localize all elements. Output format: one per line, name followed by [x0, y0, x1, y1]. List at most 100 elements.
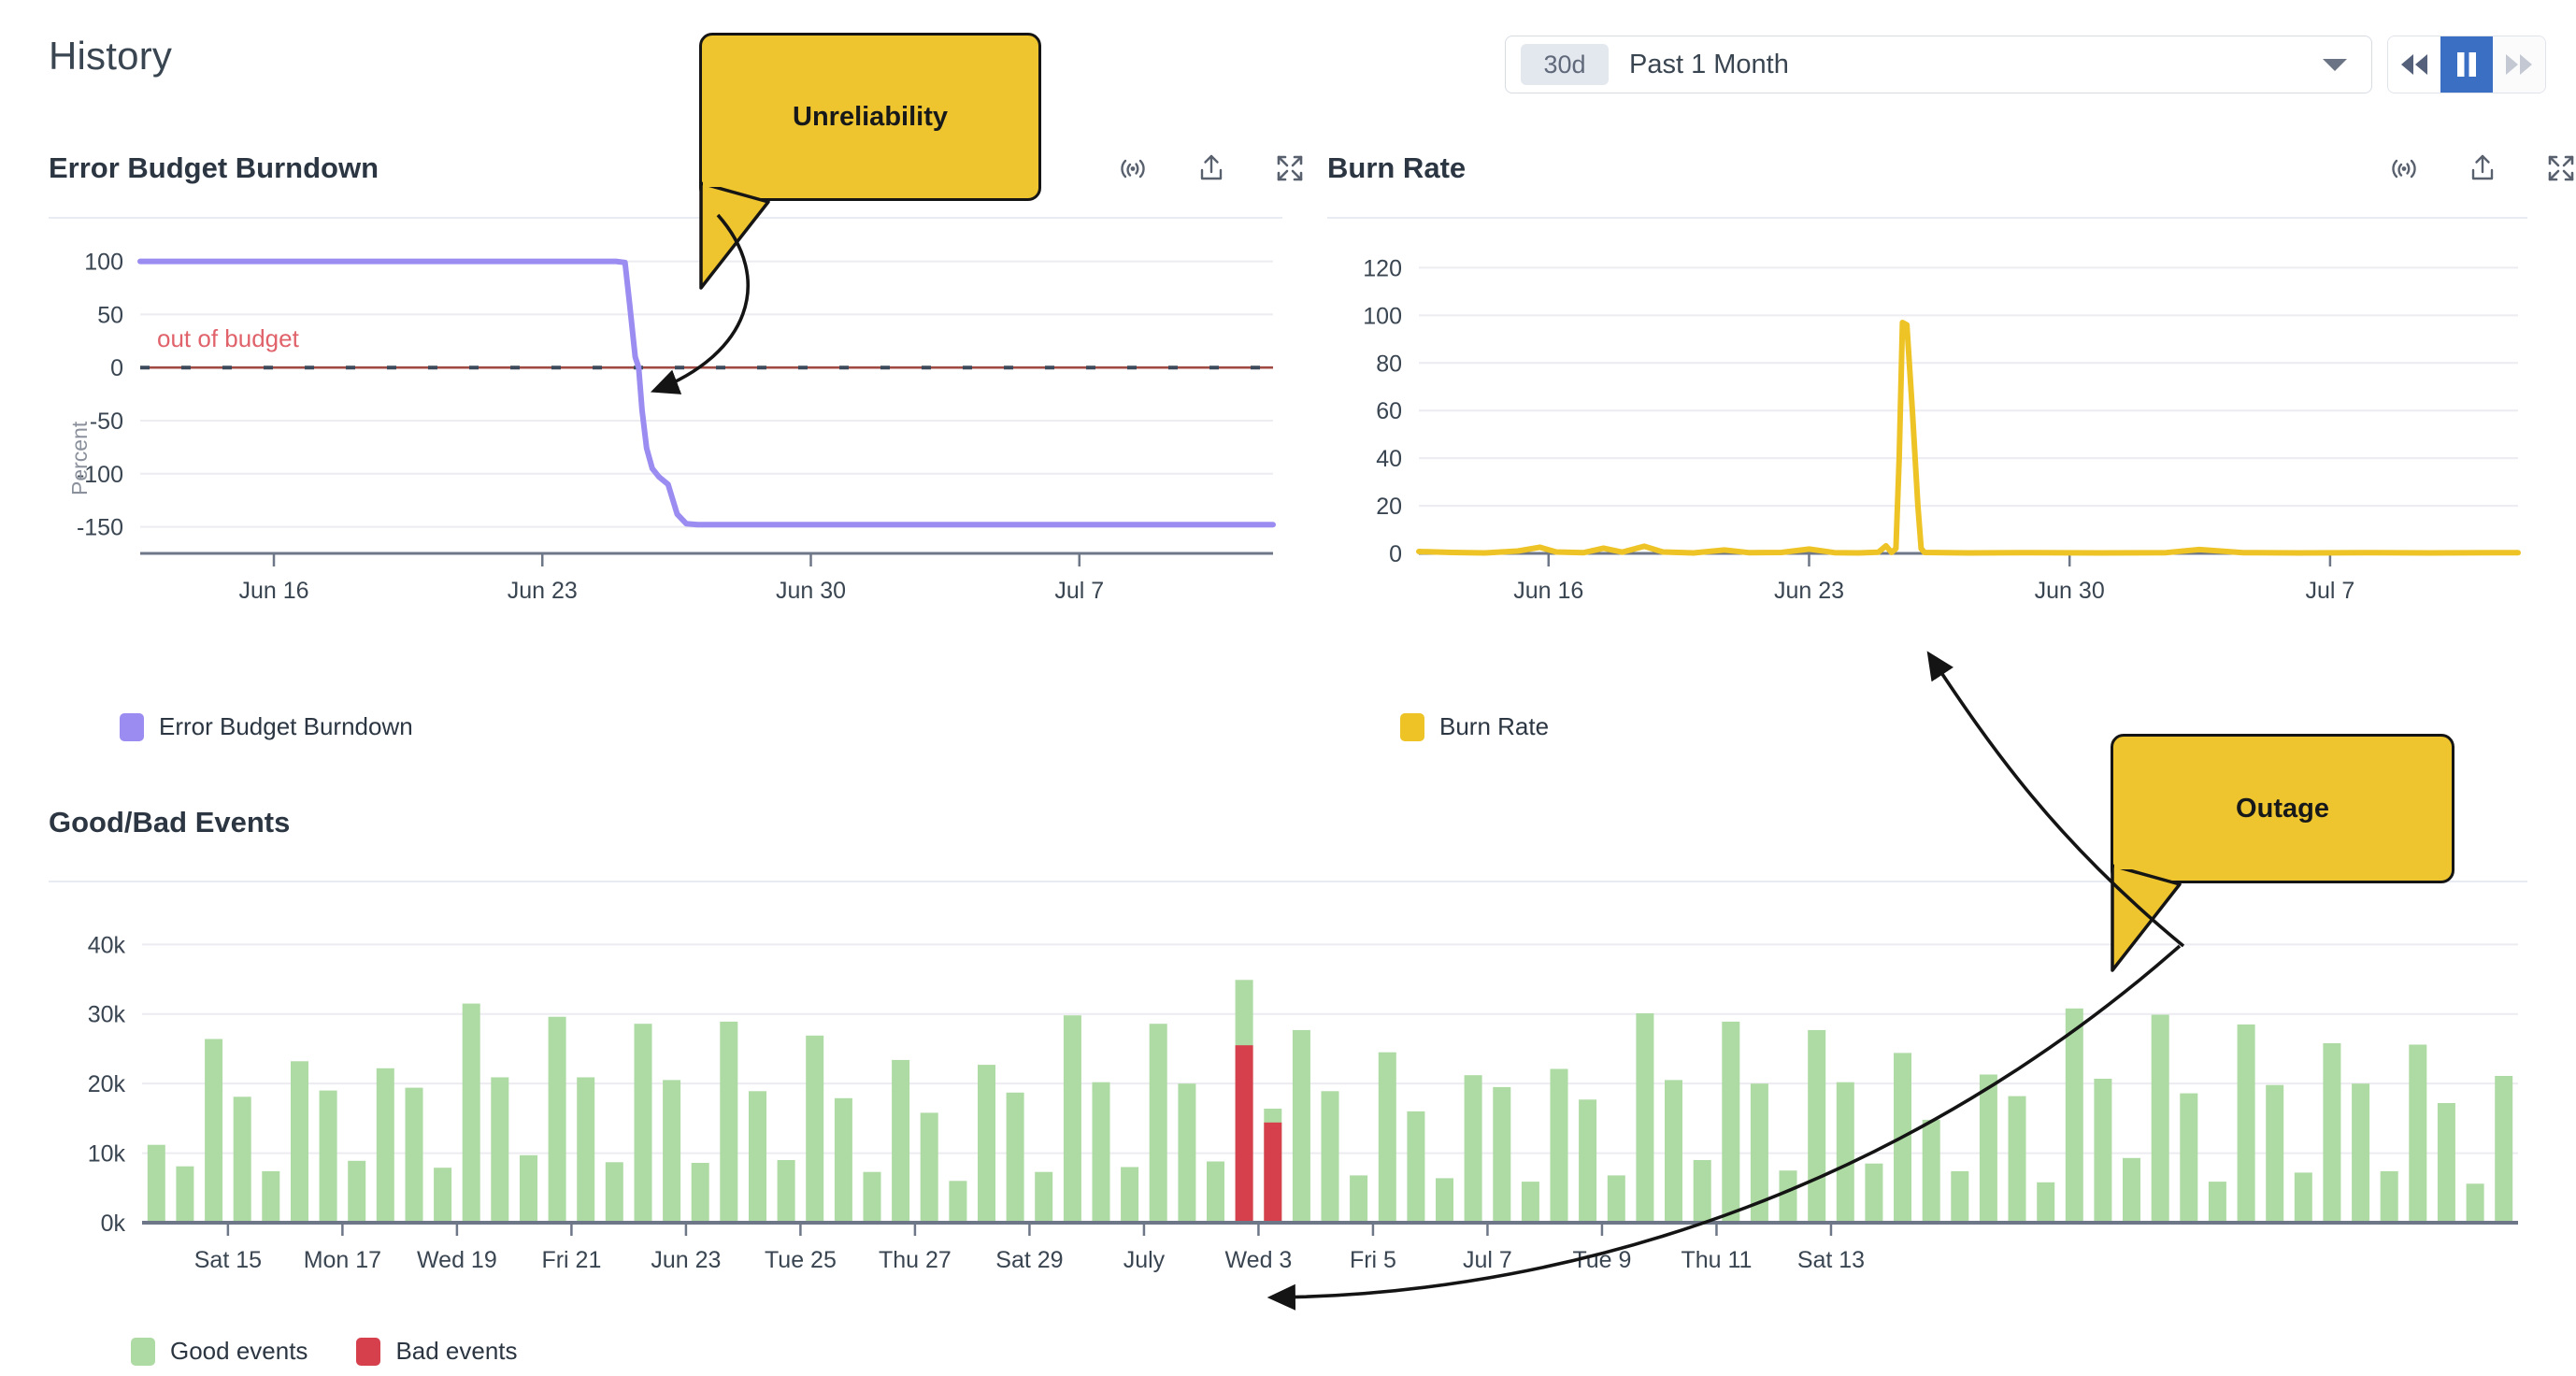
bar-good-events [2266, 1084, 2284, 1223]
bar-good-events [1035, 1171, 1053, 1223]
bar-good-events [2409, 1044, 2427, 1223]
rewind-button[interactable] [2388, 36, 2440, 93]
bar-good-events [2037, 1182, 2055, 1223]
bar-good-events [1350, 1175, 1368, 1223]
bar-good-events [1750, 1083, 1768, 1223]
time-range-badge: 30d [1521, 44, 1609, 85]
y-tick-label: 50 [97, 302, 123, 328]
x-tick-label: Thu 11 [1681, 1247, 1752, 1273]
bar-good-events [1207, 1161, 1224, 1223]
y-tick-label: 20 [1376, 494, 1402, 520]
bar-good-events [1693, 1160, 1711, 1223]
bar-good-events [1092, 1082, 1110, 1223]
bar-good-events [663, 1080, 681, 1223]
legend-item[interactable]: Error Budget Burndown [120, 712, 413, 741]
y-tick-label: 80 [1376, 351, 1402, 377]
x-tick-label: Jul 7 [1463, 1247, 1512, 1273]
series-line [1416, 320, 2521, 556]
bar-good-events [1808, 1029, 1826, 1223]
bar-good-events [1149, 1024, 1167, 1223]
bar-good-events [691, 1163, 709, 1223]
bar-good-events [262, 1170, 280, 1223]
bar-good-events [2208, 1182, 2226, 1223]
bar-good-events [1378, 1052, 1396, 1223]
bar-good-events [376, 1068, 394, 1223]
x-tick-label: Tue 25 [765, 1247, 837, 1273]
bar-good-events [1006, 1092, 1024, 1223]
legend-label: Bad events [395, 1337, 518, 1365]
legend-label: Good events [170, 1337, 308, 1365]
chevron-down-icon[interactable] [2323, 58, 2347, 71]
panel-actions-burnrate[interactable] [2385, 150, 2576, 187]
bar-good-events [147, 1144, 165, 1223]
legend-item[interactable]: Bad events [356, 1337, 518, 1366]
bar-good-events [348, 1160, 366, 1223]
fast-forward-button[interactable] [2493, 36, 2545, 93]
bar-good-events [2466, 1183, 2484, 1223]
legend-swatch [1400, 712, 1424, 741]
bar-good-events [577, 1077, 595, 1223]
share-icon[interactable] [2464, 150, 2501, 187]
x-tick-label: Jun 30 [776, 578, 846, 604]
callout-outage-tail [2111, 860, 2182, 972]
y-tick-label: 100 [1363, 303, 1402, 329]
bar-good-events [834, 1097, 852, 1223]
panel-actions-burndown[interactable] [1114, 150, 1309, 187]
x-tick-label: Wed 3 [1225, 1247, 1293, 1273]
x-tick-label: Jul 7 [1054, 578, 1104, 604]
legend-swatch [131, 1337, 155, 1366]
y-tick-label: 0 [110, 355, 123, 381]
legend-item[interactable]: Good events [131, 1337, 308, 1366]
expand-icon[interactable] [1271, 150, 1309, 187]
bar-good-events [2294, 1172, 2312, 1223]
legend-burndown: Error Budget Burndown [120, 712, 413, 741]
bar-good-events [892, 1059, 910, 1223]
threshold-label: out of budget [157, 324, 300, 352]
expand-icon[interactable] [2542, 150, 2576, 187]
time-range-selector[interactable]: 30d Past 1 Month [1505, 36, 2372, 93]
bar-good-events [491, 1077, 509, 1223]
x-tick-label: Thu 27 [879, 1247, 952, 1273]
bar-good-events [1464, 1075, 1482, 1223]
bar-bad-events [1235, 1045, 1253, 1223]
radar-icon[interactable] [2385, 150, 2423, 187]
bar-good-events [2008, 1096, 2026, 1223]
bar-good-events [2323, 1043, 2341, 1223]
bar-good-events [1951, 1170, 1969, 1223]
legend-item[interactable]: Burn Rate [1400, 712, 1549, 741]
bar-good-events [2151, 1014, 2169, 1223]
bar-good-events [1436, 1178, 1453, 1223]
x-tick-label: Jun 16 [1513, 578, 1583, 604]
y-tick-label: 100 [84, 250, 123, 276]
legend-swatch [120, 712, 144, 741]
share-icon[interactable] [1193, 150, 1230, 187]
pause-button[interactable] [2440, 36, 2493, 93]
x-tick-label: Sat 15 [194, 1247, 262, 1273]
bar-good-events [1550, 1068, 1568, 1223]
x-tick-label: Jun 23 [651, 1247, 721, 1273]
x-tick-label: Fri 21 [541, 1247, 601, 1273]
bar-good-events [1178, 1083, 1196, 1223]
bar-good-events [605, 1162, 623, 1223]
bar-good-events [2065, 1008, 2083, 1223]
bar-good-events [1321, 1091, 1339, 1223]
bar-good-events [1607, 1175, 1625, 1223]
bar-good-events [863, 1171, 881, 1223]
y-tick-label: 10k [88, 1141, 126, 1168]
playback-controls[interactable] [2387, 36, 2546, 93]
bar-good-events [1521, 1182, 1539, 1223]
y-tick-label: -50 [90, 408, 123, 435]
panel-title-events: Good/Bad Events [49, 806, 291, 838]
y-tick-label: -150 [77, 515, 123, 541]
legend-burnrate: Burn Rate [1400, 712, 1549, 741]
bar-good-events [176, 1166, 194, 1223]
x-tick-label: July [1123, 1247, 1166, 1273]
y-tick-label: 0 [1389, 541, 1402, 567]
y-tick-label: 40k [88, 932, 126, 958]
radar-icon[interactable] [1114, 150, 1152, 187]
bar-good-events [1779, 1170, 1797, 1223]
bar-good-events [405, 1087, 423, 1223]
bar-good-events [1865, 1163, 1883, 1223]
x-tick-label: Jun 30 [2035, 578, 2105, 604]
bar-good-events [2094, 1079, 2112, 1223]
